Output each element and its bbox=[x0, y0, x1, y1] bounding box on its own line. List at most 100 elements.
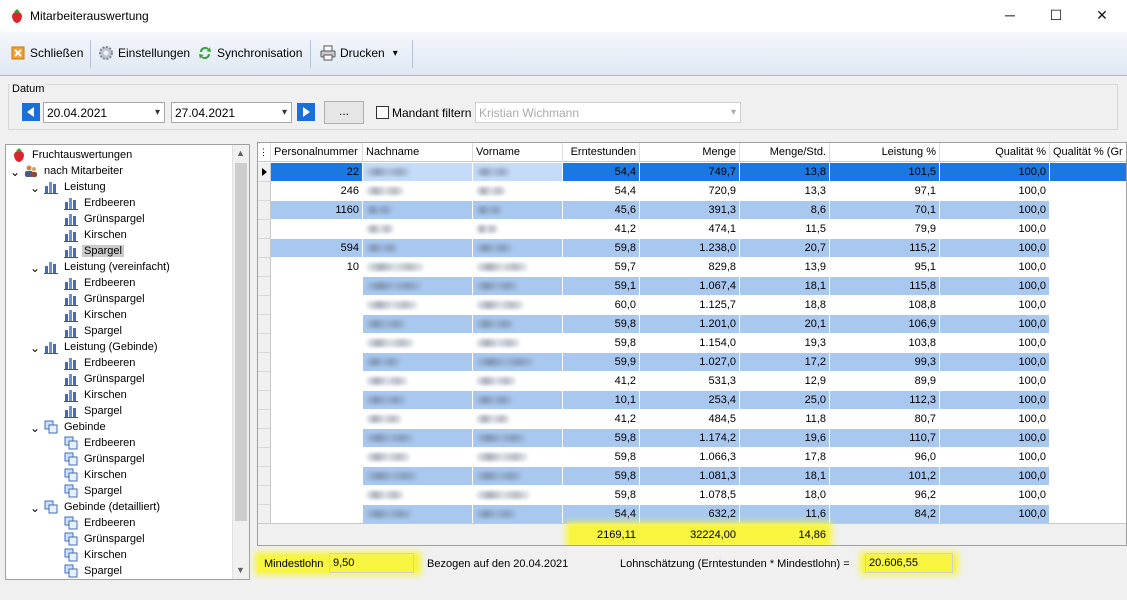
table-cell[interactable]: 100,0 bbox=[940, 429, 1050, 448]
tree-item-1-1[interactable]: Grünspargel bbox=[64, 291, 147, 307]
scroll-thumb[interactable] bbox=[235, 163, 247, 521]
nachname-cell-redacted[interactable] bbox=[363, 201, 473, 220]
row-selector[interactable] bbox=[258, 334, 271, 353]
row-selector[interactable] bbox=[258, 163, 271, 182]
tree-item-2-0[interactable]: Erdbeeren bbox=[64, 355, 137, 371]
table-cell[interactable] bbox=[271, 220, 363, 239]
nachname-cell-redacted[interactable] bbox=[363, 505, 473, 524]
row-selector[interactable] bbox=[258, 448, 271, 467]
row-selector[interactable] bbox=[258, 220, 271, 239]
table-cell[interactable]: 100,0 bbox=[940, 372, 1050, 391]
table-row[interactable]: 594 59,8 1.238,0 20,7 115,2 100,0 bbox=[258, 239, 1126, 258]
table-cell[interactable]: 1.154,0 bbox=[640, 334, 740, 353]
table-cell[interactable] bbox=[1050, 334, 1126, 353]
vorname-cell-redacted[interactable] bbox=[473, 296, 563, 315]
nachname-cell-redacted[interactable] bbox=[363, 163, 473, 182]
vorname-cell-redacted[interactable] bbox=[473, 448, 563, 467]
tree-item-2-1[interactable]: Grünspargel bbox=[64, 371, 147, 387]
date-from-picker[interactable]: 20.04.2021 ▾ bbox=[43, 102, 165, 123]
nachname-cell-redacted[interactable] bbox=[363, 410, 473, 429]
table-cell[interactable]: 100,0 bbox=[940, 391, 1050, 410]
table-cell[interactable] bbox=[271, 429, 363, 448]
table-cell[interactable] bbox=[1050, 429, 1126, 448]
row-selector[interactable] bbox=[258, 258, 271, 277]
table-cell[interactable]: 59,8 bbox=[563, 486, 640, 505]
table-row[interactable]: 59,8 1.201,0 20,1 106,9 100,0 bbox=[258, 315, 1126, 334]
column-chooser-icon[interactable]: ⋮ bbox=[258, 143, 271, 162]
table-row[interactable]: 10 59,7 829,8 13,9 95,1 100,0 bbox=[258, 258, 1126, 277]
table-row[interactable]: 22 54,4 749,7 13,8 101,5 100,0 bbox=[258, 163, 1126, 182]
table-cell[interactable]: 632,2 bbox=[640, 505, 740, 524]
table-cell[interactable]: 13,9 bbox=[740, 258, 830, 277]
table-cell[interactable]: 97,1 bbox=[830, 182, 940, 201]
table-cell[interactable]: 96,0 bbox=[830, 448, 940, 467]
column-header[interactable]: Nachname bbox=[363, 143, 473, 162]
nachname-cell-redacted[interactable] bbox=[363, 391, 473, 410]
table-cell[interactable]: 112,3 bbox=[830, 391, 940, 410]
table-cell[interactable]: 11,8 bbox=[740, 410, 830, 429]
vorname-cell-redacted[interactable] bbox=[473, 353, 563, 372]
close-button[interactable]: Schließen bbox=[10, 42, 83, 64]
table-row[interactable]: 246 54,4 720,9 13,3 97,1 100,0 bbox=[258, 182, 1126, 201]
table-cell[interactable] bbox=[1050, 467, 1126, 486]
sync-button[interactable]: Synchronisation bbox=[197, 42, 302, 64]
expand-chevron-icon[interactable]: ⌄ bbox=[30, 181, 40, 195]
table-cell[interactable] bbox=[1050, 220, 1126, 239]
table-cell[interactable]: 25,0 bbox=[740, 391, 830, 410]
expand-chevron-icon[interactable]: ⌄ bbox=[30, 261, 40, 275]
nachname-cell-redacted[interactable] bbox=[363, 182, 473, 201]
table-cell[interactable] bbox=[1050, 391, 1126, 410]
column-header[interactable]: Vorname bbox=[473, 143, 563, 162]
tree-scrollbar[interactable]: ▲ ▼ bbox=[232, 145, 249, 579]
table-cell[interactable]: 20,7 bbox=[740, 239, 830, 258]
table-cell[interactable]: 20,1 bbox=[740, 315, 830, 334]
table-cell[interactable]: 1.201,0 bbox=[640, 315, 740, 334]
table-cell[interactable]: 531,3 bbox=[640, 372, 740, 391]
table-cell[interactable]: 100,0 bbox=[940, 315, 1050, 334]
tree-item-2-3[interactable]: Spargel bbox=[64, 403, 124, 419]
table-cell[interactable]: 59,8 bbox=[563, 448, 640, 467]
table-cell[interactable] bbox=[1050, 505, 1126, 524]
table-cell[interactable]: 95,1 bbox=[830, 258, 940, 277]
table-cell[interactable]: 101,5 bbox=[830, 163, 940, 182]
table-cell[interactable]: 59,8 bbox=[563, 239, 640, 258]
tree-group-0[interactable]: Leistung bbox=[44, 179, 108, 195]
table-cell[interactable]: 84,2 bbox=[830, 505, 940, 524]
table-row[interactable]: 59,8 1.066,3 17,8 96,0 100,0 bbox=[258, 448, 1126, 467]
table-cell[interactable]: 59,8 bbox=[563, 429, 640, 448]
tree-item-3-3[interactable]: Spargel bbox=[64, 483, 124, 499]
table-cell[interactable]: 19,6 bbox=[740, 429, 830, 448]
table-cell[interactable] bbox=[271, 410, 363, 429]
nachname-cell-redacted[interactable] bbox=[363, 277, 473, 296]
table-cell[interactable]: 1.174,2 bbox=[640, 429, 740, 448]
table-cell[interactable]: 720,9 bbox=[640, 182, 740, 201]
table-cell[interactable]: 41,2 bbox=[563, 410, 640, 429]
table-cell[interactable]: 18,8 bbox=[740, 296, 830, 315]
table-row[interactable]: 59,8 1.078,5 18,0 96,2 100,0 bbox=[258, 486, 1126, 505]
table-cell[interactable]: 100,0 bbox=[940, 201, 1050, 220]
table-cell[interactable] bbox=[1050, 239, 1126, 258]
table-cell[interactable]: 100,0 bbox=[940, 486, 1050, 505]
column-header[interactable]: Menge/Std. bbox=[740, 143, 830, 162]
tree-item-1-2[interactable]: Kirschen bbox=[64, 307, 129, 323]
table-cell[interactable]: 59,7 bbox=[563, 258, 640, 277]
nachname-cell-redacted[interactable] bbox=[363, 467, 473, 486]
table-cell[interactable]: 100,0 bbox=[940, 220, 1050, 239]
vorname-cell-redacted[interactable] bbox=[473, 315, 563, 334]
table-cell[interactable] bbox=[271, 334, 363, 353]
table-cell[interactable]: 484,5 bbox=[640, 410, 740, 429]
table-cell[interactable]: 8,6 bbox=[740, 201, 830, 220]
table-cell[interactable]: 101,2 bbox=[830, 467, 940, 486]
table-cell[interactable]: 100,0 bbox=[940, 182, 1050, 201]
table-cell[interactable]: 45,6 bbox=[563, 201, 640, 220]
nachname-cell-redacted[interactable] bbox=[363, 334, 473, 353]
table-row[interactable]: 60,0 1.125,7 18,8 108,8 100,0 bbox=[258, 296, 1126, 315]
expand-chevron-icon[interactable]: ⌄ bbox=[10, 165, 20, 179]
table-cell[interactable] bbox=[1050, 448, 1126, 467]
scroll-down-icon[interactable]: ▼ bbox=[236, 565, 245, 575]
table-cell[interactable] bbox=[271, 467, 363, 486]
tree-item-3-1[interactable]: Grünspargel bbox=[64, 451, 147, 467]
row-selector[interactable] bbox=[258, 467, 271, 486]
table-cell[interactable]: 41,2 bbox=[563, 372, 640, 391]
vorname-cell-redacted[interactable] bbox=[473, 505, 563, 524]
